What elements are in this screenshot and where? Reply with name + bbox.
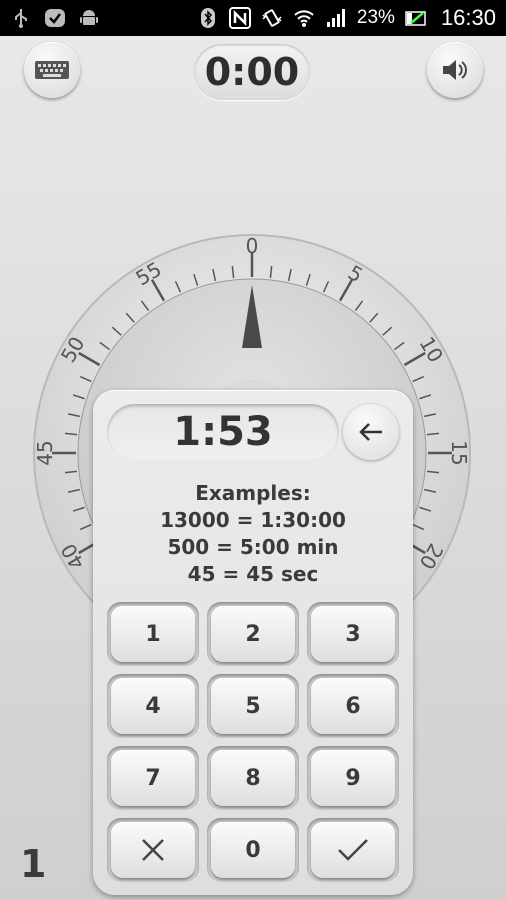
dial-label-45: 45 xyxy=(33,440,57,465)
usb-icon xyxy=(15,9,27,28)
key-8[interactable]: 8 xyxy=(211,750,295,806)
examples-heading: Examples: xyxy=(195,481,311,505)
key-2[interactable]: 2 xyxy=(211,606,295,662)
svg-text:0: 0 xyxy=(246,234,259,258)
nfc-icon xyxy=(228,7,251,29)
example-line-3: 45 = 45 sec xyxy=(187,562,319,586)
bluetooth-icon xyxy=(200,8,215,28)
backspace-button[interactable] xyxy=(343,404,399,460)
keypad-panel: 1:53 Examples: 13000 = 1:30:00 500 = 5:0… xyxy=(93,390,413,895)
svg-text:15: 15 xyxy=(447,440,471,465)
key-7[interactable]: 7 xyxy=(111,750,195,806)
keyboard-icon xyxy=(35,61,69,79)
corner-counter: 1 xyxy=(20,842,47,886)
wifi-icon xyxy=(294,10,314,27)
vibrate-icon xyxy=(262,9,282,27)
signal-icon xyxy=(326,9,345,27)
number-keys: 1 2 3 4 5 6 7 8 9 0 xyxy=(107,602,399,882)
example-line-2: 500 = 5:00 min xyxy=(167,535,339,559)
keyboard-button[interactable] xyxy=(24,42,80,98)
check-icon xyxy=(338,839,368,861)
confirm-button[interactable] xyxy=(311,822,395,878)
status-bar: 23% 16:30 xyxy=(0,0,506,36)
volume-button[interactable] xyxy=(427,42,483,98)
svg-text:45: 45 xyxy=(33,440,57,465)
backspace-arrow-icon xyxy=(359,423,382,441)
battery-icon xyxy=(405,11,426,26)
key-3[interactable]: 3 xyxy=(311,606,395,662)
close-icon xyxy=(142,839,164,861)
dial-label-15: 15 xyxy=(447,440,471,465)
time-input-display[interactable]: 1:53 xyxy=(107,404,339,460)
cancel-button[interactable] xyxy=(111,822,195,878)
key-6[interactable]: 6 xyxy=(311,678,395,734)
elapsed-time-display[interactable]: 0:00 xyxy=(194,44,310,100)
key-9[interactable]: 9 xyxy=(311,750,395,806)
status-time: 16:30 xyxy=(440,5,496,30)
check-icon xyxy=(45,9,65,27)
volume-icon xyxy=(443,60,467,80)
example-line-1: 13000 = 1:30:00 xyxy=(160,508,346,532)
battery-percent: 23% xyxy=(356,7,395,28)
key-1[interactable]: 1 xyxy=(111,606,195,662)
dial-label-0: 0 xyxy=(246,234,259,258)
key-5[interactable]: 5 xyxy=(211,678,295,734)
key-4[interactable]: 4 xyxy=(111,678,195,734)
android-icon xyxy=(80,10,98,25)
key-0[interactable]: 0 xyxy=(211,822,295,878)
examples-text: Examples: 13000 = 1:30:00 500 = 5:00 min… xyxy=(93,480,413,588)
